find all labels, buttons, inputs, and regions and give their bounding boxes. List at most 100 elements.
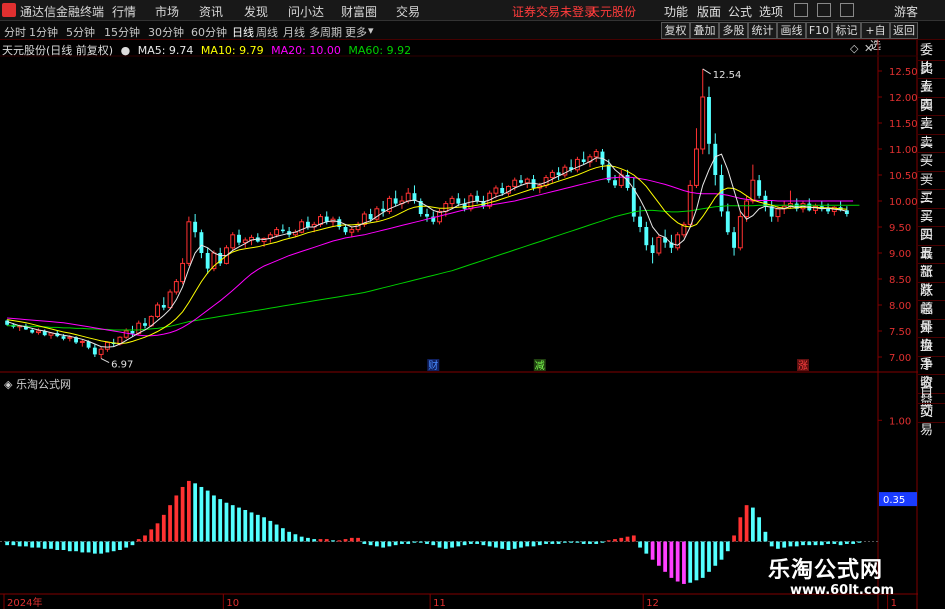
price-tick-label: 11.50 xyxy=(889,119,918,130)
indicator-bar xyxy=(650,541,655,560)
candle-body-up xyxy=(656,236,662,254)
sidebar-item[interactable]: 自动 xyxy=(918,385,945,419)
sidebar-item[interactable]: 卖一 xyxy=(918,135,945,169)
indicator-bar xyxy=(525,541,530,547)
indicator-bar xyxy=(318,539,323,542)
candle-body-up xyxy=(180,262,186,283)
auto-trade-sidebar: 自动 交易 xyxy=(918,385,945,438)
candle-body-down xyxy=(381,208,386,212)
indicator-bar xyxy=(600,541,605,543)
indicator-bar xyxy=(581,541,586,544)
indicator-bar xyxy=(594,541,599,544)
sidebar-item[interactable]: 买三 xyxy=(918,190,945,224)
indicator-bar xyxy=(794,541,799,547)
indicator-bar xyxy=(487,541,492,547)
sidebar-item[interactable]: 涨幅 xyxy=(918,283,945,317)
indicator-bar xyxy=(575,541,580,543)
indicator-bar xyxy=(306,537,310,542)
sidebar-item[interactable]: 总量 xyxy=(918,301,945,335)
sidebar-item[interactable]: 最新 xyxy=(918,246,945,280)
indicator-bar xyxy=(268,520,273,542)
candle-body-up xyxy=(274,229,280,236)
price-tick-label: 9.00 xyxy=(889,249,911,260)
indicator-bar xyxy=(255,514,260,542)
candle-body-down xyxy=(581,159,586,162)
sidebar-item[interactable]: 卖二 xyxy=(918,116,945,150)
indicator-bar xyxy=(669,541,674,578)
candle-body-down xyxy=(556,172,561,175)
sidebar-item[interactable]: 卖四 xyxy=(918,79,945,113)
price-tick-label: 12.50 xyxy=(889,67,918,78)
indicator-name: 乐淘公式网 xyxy=(15,378,71,391)
sidebar-item[interactable]: 买四 xyxy=(918,209,945,243)
candle-body-down xyxy=(305,221,310,227)
candle-body-down xyxy=(638,216,643,227)
indicator-bar xyxy=(569,541,574,543)
candle-body-down xyxy=(30,329,35,333)
indicator-bar xyxy=(644,541,649,554)
indicator-title: ◈ 乐淘公式网 xyxy=(4,376,71,392)
candle-body-up xyxy=(549,171,555,179)
sidebar-item[interactable]: 委比 xyxy=(918,42,945,76)
sidebar-item[interactable]: 净资 xyxy=(918,357,945,391)
candle-body-down xyxy=(5,320,10,325)
price-tick-label: 7.00 xyxy=(889,353,911,364)
indicator-bar xyxy=(675,541,680,582)
indicator-bar xyxy=(387,541,392,547)
sidebar-item[interactable]: 涨跌 xyxy=(918,264,945,298)
sidebar-item[interactable]: 买二 xyxy=(918,172,945,206)
sidebar-item[interactable]: 卖五 xyxy=(918,61,945,95)
indicator-bar xyxy=(230,505,235,542)
sidebar-item[interactable]: 买一 xyxy=(918,153,945,187)
indicator-bar xyxy=(462,541,467,546)
indicator-bar xyxy=(11,541,16,546)
indicator-bar xyxy=(700,541,705,578)
indicator-bar xyxy=(312,539,317,542)
candle-body-down xyxy=(519,180,523,183)
price-tick-label: 8.50 xyxy=(889,275,911,286)
candle-body-down xyxy=(425,214,429,217)
indicator-bar xyxy=(732,535,736,542)
indicator-bar xyxy=(362,541,367,544)
indicator-bar xyxy=(512,541,517,549)
indicator-bar xyxy=(249,512,254,542)
indicator-bar xyxy=(819,541,824,546)
indicator-bar xyxy=(374,541,379,547)
indicator-bar xyxy=(456,541,461,547)
candle-body-down xyxy=(826,208,831,212)
kline-chart[interactable]: 12.54 6.97 7.00 7.50 8.00 8.50 9.00 9.50 10.00 1… xyxy=(0,0,918,609)
sidebar-item[interactable]: 买五 xyxy=(918,227,945,261)
price-tick-label: 12.00 xyxy=(889,93,918,104)
sidebar-item[interactable]: 交易 xyxy=(918,404,945,438)
sidebar-item[interactable]: 卖三 xyxy=(918,98,945,132)
indicator-bar xyxy=(86,541,91,553)
indicator-bar xyxy=(550,541,555,544)
candle-body-down xyxy=(61,336,66,339)
indicator-bar xyxy=(412,541,417,543)
candle-body-down xyxy=(161,305,166,308)
candle-body-up xyxy=(104,341,110,350)
candle-body-down xyxy=(500,188,505,194)
candle-body-down xyxy=(205,253,210,269)
candle-body-up xyxy=(167,291,173,309)
indicator-bar xyxy=(343,539,348,542)
candle-body-down xyxy=(393,198,398,204)
indicator-bar xyxy=(801,541,805,546)
indicator-bar xyxy=(36,541,41,548)
sidebar-item[interactable]: 外盘 xyxy=(918,320,945,354)
indicator-bar xyxy=(130,541,135,546)
indicator-bar xyxy=(750,507,755,542)
sidebar-item[interactable]: 换手 xyxy=(918,338,945,372)
indicator-bar xyxy=(349,537,354,542)
indicator-bar xyxy=(368,541,373,546)
candle-body-up xyxy=(242,239,248,244)
candle-body-up xyxy=(98,348,104,355)
candle-body-up xyxy=(230,234,236,249)
low-pointer xyxy=(100,358,110,364)
indicator-bar xyxy=(74,541,78,552)
indicator-bar xyxy=(832,541,837,544)
indicator-bar xyxy=(531,541,536,547)
indicator-bar xyxy=(92,541,97,554)
candle-body-down xyxy=(130,331,135,334)
candle-body-up xyxy=(349,229,355,233)
